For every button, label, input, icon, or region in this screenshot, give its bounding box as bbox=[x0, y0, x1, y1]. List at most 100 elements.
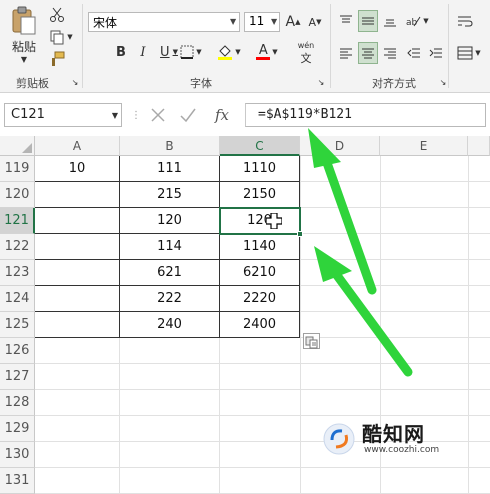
row-header-129[interactable]: 129 bbox=[0, 416, 35, 442]
fill-handle[interactable] bbox=[297, 231, 303, 237]
cell-c119[interactable]: 1110 bbox=[220, 156, 300, 182]
chevron-down-icon[interactable]: ▼ bbox=[271, 17, 277, 26]
gridline bbox=[35, 389, 490, 390]
row-header-123[interactable]: 123 bbox=[0, 260, 35, 286]
cell-b125[interactable]: 240 bbox=[120, 312, 220, 338]
formula-input[interactable]: =$A$119*B121 bbox=[245, 103, 486, 127]
cell-c124[interactable]: 2220 bbox=[220, 286, 300, 312]
cell-c130[interactable] bbox=[220, 442, 300, 468]
cell-a130[interactable] bbox=[35, 442, 120, 468]
cell-a126[interactable] bbox=[35, 338, 120, 364]
column-header-b[interactable]: B bbox=[120, 136, 220, 156]
cell-b122[interactable]: 114 bbox=[120, 234, 220, 260]
top-align-button[interactable] bbox=[336, 10, 356, 32]
cell-b119[interactable]: 111 bbox=[120, 156, 220, 182]
cell-c128[interactable] bbox=[220, 390, 300, 416]
row-header-119[interactable]: 119 bbox=[0, 156, 35, 182]
cell-c129[interactable] bbox=[220, 416, 300, 442]
bold-button[interactable]: B bbox=[112, 42, 130, 62]
align-right-button[interactable] bbox=[380, 42, 400, 64]
cell-b131[interactable] bbox=[120, 468, 220, 494]
column-header-d[interactable]: D bbox=[300, 136, 380, 156]
column-header-a[interactable]: A bbox=[35, 136, 120, 156]
row-header-121[interactable]: 121 bbox=[0, 208, 35, 234]
paste-button[interactable]: 粘贴 ▼ bbox=[4, 4, 44, 66]
cell-b123[interactable]: 621 bbox=[120, 260, 220, 286]
cell-a121[interactable] bbox=[35, 208, 120, 234]
cell-a131[interactable] bbox=[35, 468, 120, 494]
cell-a124[interactable] bbox=[35, 286, 120, 312]
align-center-button[interactable] bbox=[358, 42, 378, 64]
increase-font-size-button[interactable]: A ▲ bbox=[284, 12, 302, 32]
column-header-c[interactable]: C bbox=[220, 136, 300, 156]
row-header-124[interactable]: 124 bbox=[0, 286, 35, 312]
cell-b128[interactable] bbox=[120, 390, 220, 416]
dialog-launcher-icon[interactable]: ↘ bbox=[70, 77, 80, 87]
cell-b126[interactable] bbox=[120, 338, 220, 364]
cell-b127[interactable] bbox=[120, 364, 220, 390]
cell-c131[interactable] bbox=[220, 468, 300, 494]
cell-a120[interactable] bbox=[35, 182, 120, 208]
column-header-f[interactable] bbox=[468, 136, 490, 156]
cell-a119[interactable]: 10 bbox=[35, 156, 120, 182]
cell-b120[interactable]: 215 bbox=[120, 182, 220, 208]
cell-b124[interactable]: 222 bbox=[120, 286, 220, 312]
paste-options-icon bbox=[305, 336, 318, 349]
copy-button[interactable]: ▼ bbox=[46, 28, 76, 46]
format-painter-button[interactable] bbox=[46, 50, 68, 68]
wrap-text-button[interactable] bbox=[454, 10, 476, 32]
row-header-130[interactable]: 130 bbox=[0, 442, 35, 468]
cell-c122[interactable]: 1140 bbox=[220, 234, 300, 260]
row-header-127[interactable]: 127 bbox=[0, 364, 35, 390]
chevron-down-icon[interactable]: ▼ bbox=[110, 110, 120, 120]
cell-a123[interactable] bbox=[35, 260, 120, 286]
increase-indent-button[interactable] bbox=[426, 42, 446, 64]
dialog-launcher-icon[interactable]: ↘ bbox=[438, 77, 448, 87]
decrease-font-size-button[interactable]: A ▼ bbox=[306, 12, 324, 32]
cell-a127[interactable] bbox=[35, 364, 120, 390]
cell-a122[interactable] bbox=[35, 234, 120, 260]
cell-b121[interactable]: 120 bbox=[120, 208, 220, 234]
bottom-align-button[interactable] bbox=[380, 10, 400, 32]
worksheet: A B C D E 119 10 111 1110 120 215 2150 121 120 12… bbox=[0, 136, 490, 494]
row-header-131[interactable]: 131 bbox=[0, 468, 35, 494]
name-box[interactable]: C121 bbox=[4, 103, 122, 127]
cell-b129[interactable] bbox=[120, 416, 220, 442]
row-header-128[interactable]: 128 bbox=[0, 390, 35, 416]
phonetic-guide-button[interactable]: wén 文 bbox=[288, 40, 324, 66]
row-header-122[interactable]: 122 bbox=[0, 234, 35, 260]
font-color-button[interactable]: A ▼ bbox=[252, 42, 282, 62]
row-header-120[interactable]: 120 bbox=[0, 182, 35, 208]
cell-b130[interactable] bbox=[120, 442, 220, 468]
row-header-125[interactable]: 125 bbox=[0, 312, 35, 338]
dialog-launcher-icon[interactable]: ↘ bbox=[316, 77, 326, 87]
cut-button[interactable] bbox=[46, 6, 68, 24]
cell-c120[interactable]: 2150 bbox=[220, 182, 300, 208]
cell-c126[interactable] bbox=[220, 338, 300, 364]
orientation-button[interactable]: ab ▼ bbox=[402, 10, 432, 32]
cell-c127[interactable] bbox=[220, 364, 300, 390]
cancel-button[interactable] bbox=[147, 105, 169, 125]
cell-c125[interactable]: 2400 bbox=[220, 312, 300, 338]
decrease-indent-button[interactable] bbox=[404, 42, 424, 64]
italic-button[interactable]: I bbox=[134, 42, 152, 62]
merge-center-button[interactable]: ▼ bbox=[454, 42, 484, 64]
fx-icon: fx bbox=[214, 106, 229, 124]
enter-button[interactable] bbox=[177, 105, 199, 125]
align-left-button[interactable] bbox=[336, 42, 356, 64]
select-all-corner[interactable] bbox=[0, 136, 35, 156]
fill-color-button[interactable]: ▼ bbox=[214, 42, 244, 62]
cell-a128[interactable] bbox=[35, 390, 120, 416]
column-header-e[interactable]: E bbox=[380, 136, 468, 156]
middle-align-button[interactable] bbox=[358, 10, 378, 32]
borders-button[interactable]: ▼ bbox=[176, 42, 206, 62]
insert-function-button[interactable]: fx bbox=[209, 105, 235, 125]
cell-a129[interactable] bbox=[35, 416, 120, 442]
font-name-select[interactable]: 宋体 bbox=[88, 12, 240, 32]
row-header-126[interactable]: 126 bbox=[0, 338, 35, 364]
chevron-down-icon[interactable]: ▼ bbox=[230, 17, 236, 26]
paste-options-button[interactable] bbox=[303, 333, 320, 349]
copy-icon bbox=[50, 30, 64, 45]
cell-c123[interactable]: 6210 bbox=[220, 260, 300, 286]
cell-a125[interactable] bbox=[35, 312, 120, 338]
